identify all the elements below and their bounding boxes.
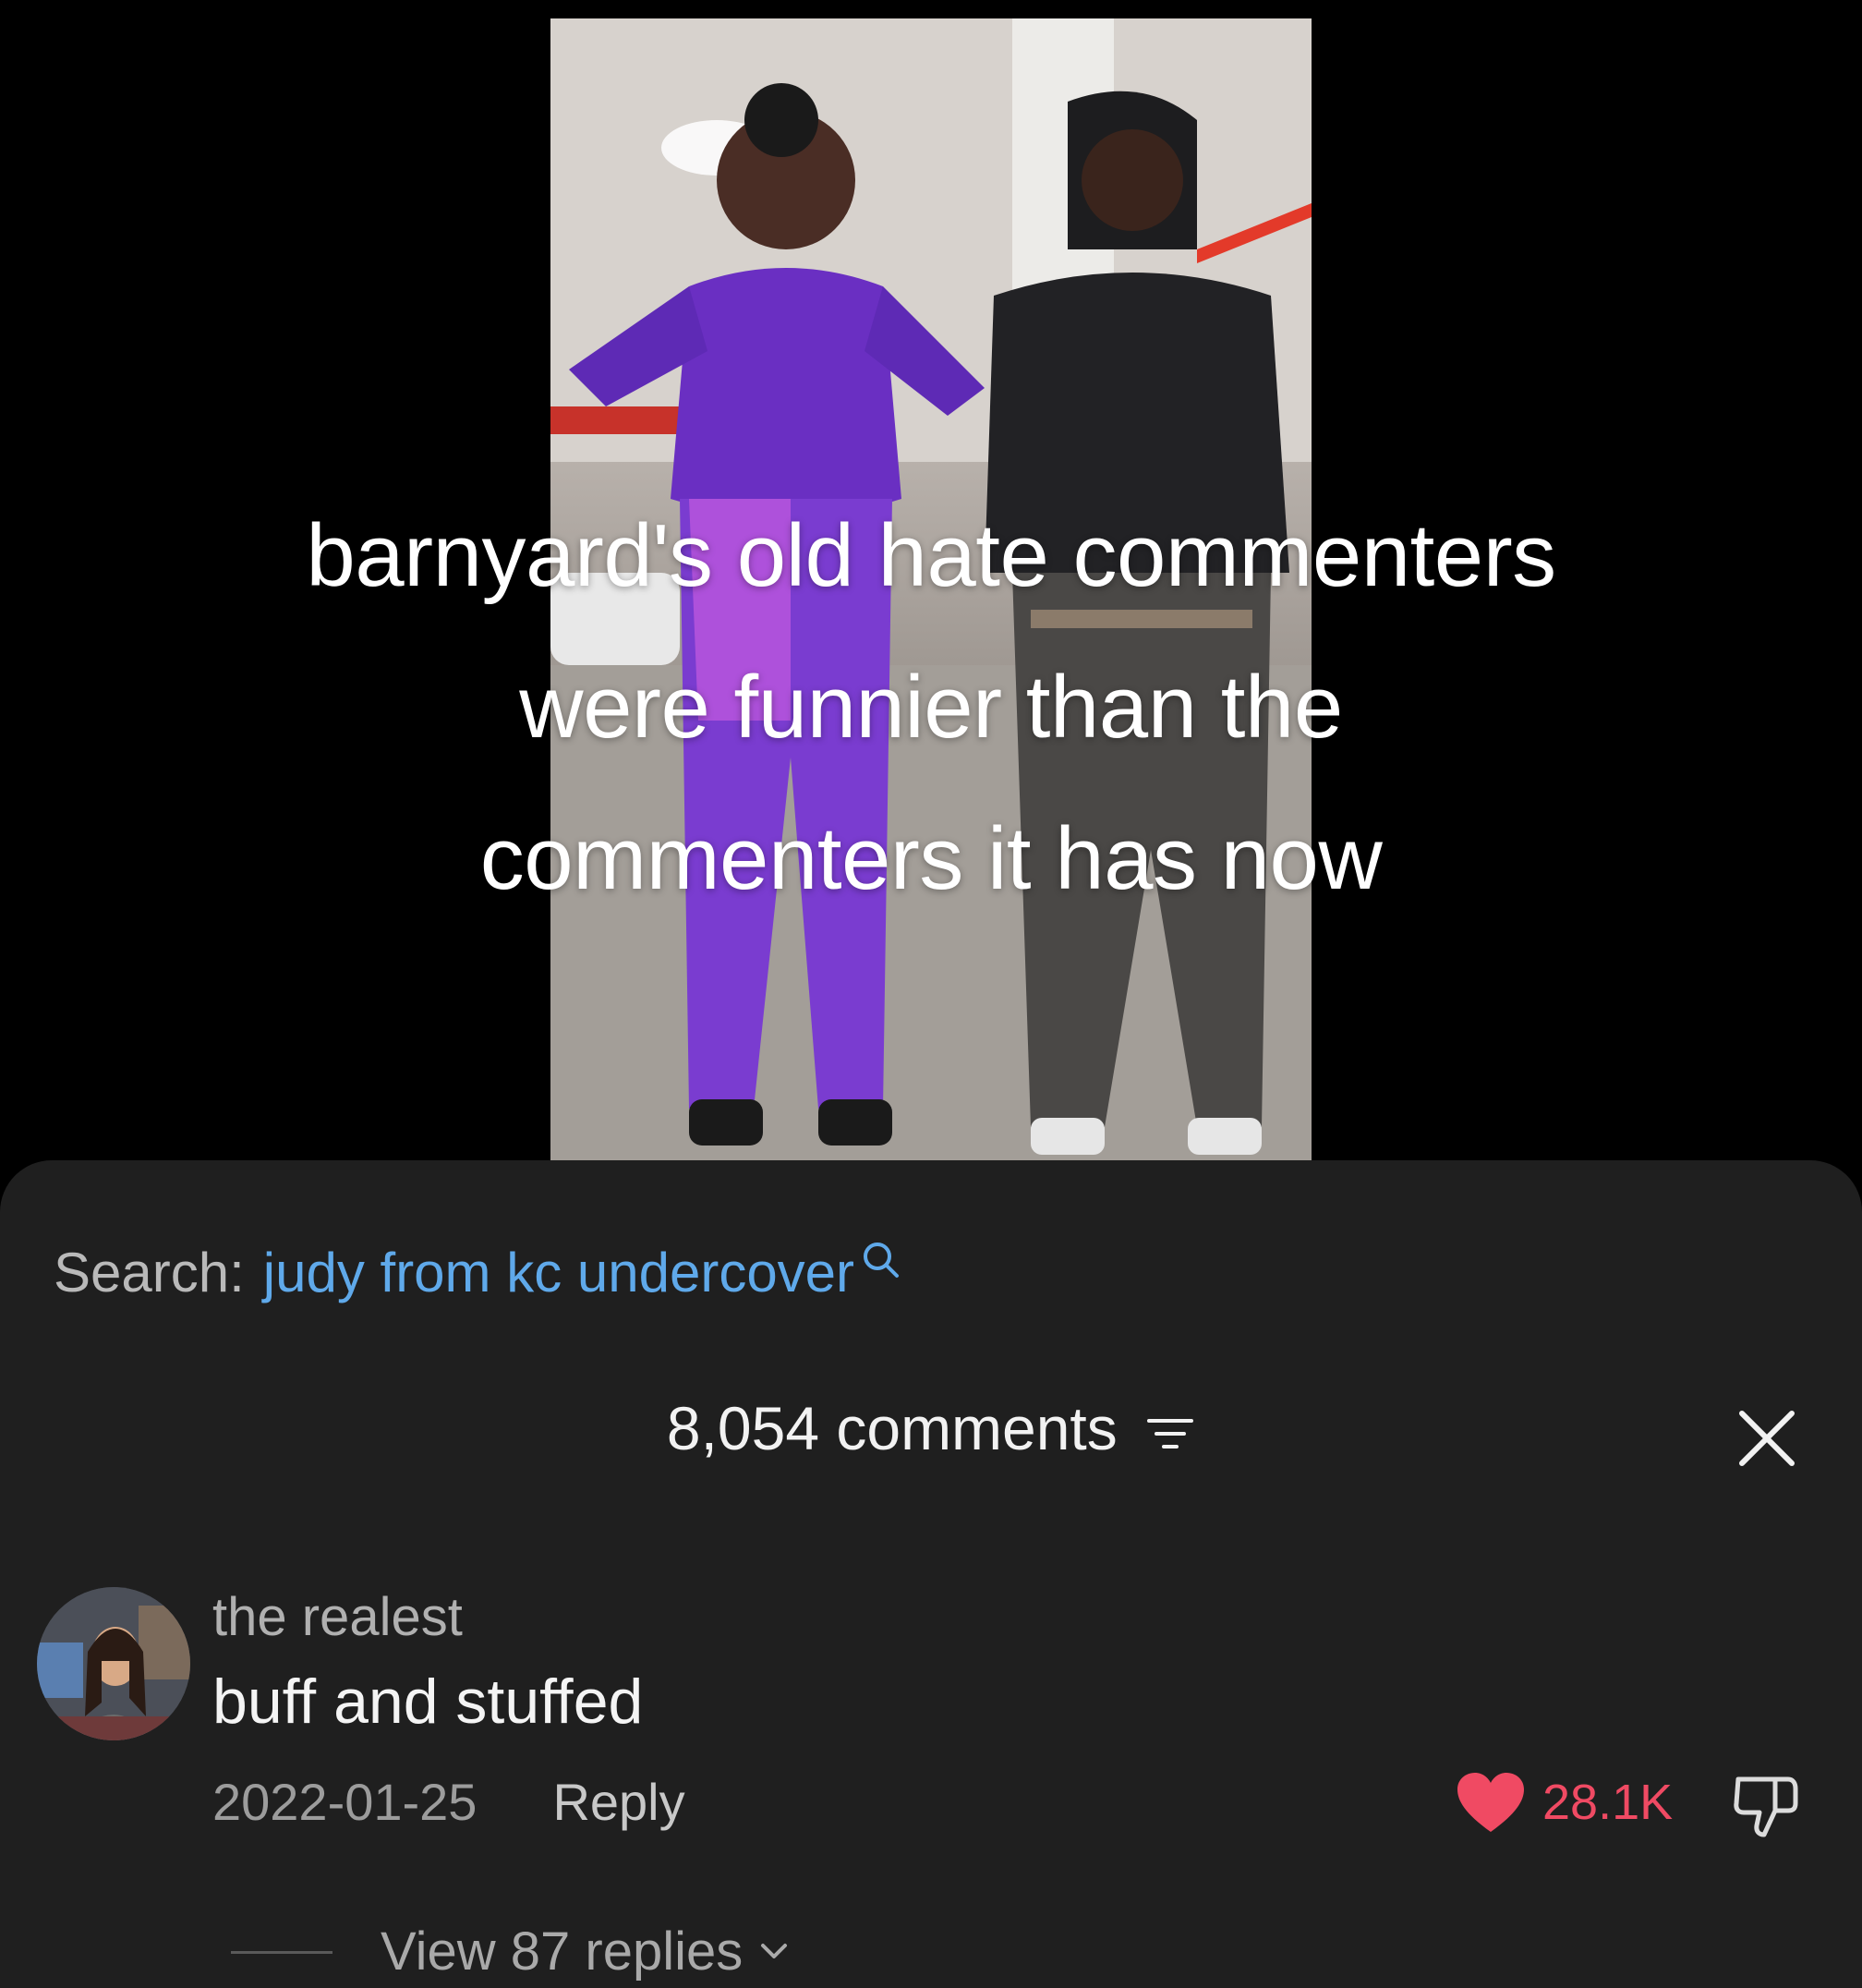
comments-sheet: Search: judy from kc undercover 8,054 co… xyxy=(0,1160,1862,1988)
caption-line: were funnier than the xyxy=(519,658,1343,757)
view-replies-button[interactable]: View 87 replies xyxy=(231,1920,792,1984)
like-count: 28.1K xyxy=(1542,1775,1674,1830)
comment-username[interactable]: the realest xyxy=(212,1585,463,1650)
filter-icon[interactable] xyxy=(1145,1413,1195,1454)
caption-line: barnyard's old hate commenters xyxy=(306,506,1556,605)
search-suggestion[interactable]: Search: judy from kc undercover xyxy=(54,1236,901,1310)
dislike-icon[interactable] xyxy=(1731,1770,1801,1840)
comment-meta: 2022-01-25 Reply xyxy=(212,1770,685,1835)
avatar[interactable] xyxy=(37,1587,190,1740)
chevron-down-icon xyxy=(761,1944,788,1958)
heart-icon[interactable] xyxy=(1456,1771,1526,1834)
search-prefix-label: Search: xyxy=(54,1242,245,1303)
comment-text: buff and stuffed xyxy=(212,1667,644,1737)
search-suggestion-link[interactable]: judy from kc undercover xyxy=(263,1236,854,1310)
avatar-image xyxy=(37,1587,190,1740)
search-icon[interactable] xyxy=(860,1239,901,1279)
caption-line: commenters it has now xyxy=(479,809,1383,908)
comment-date: 2022-01-25 xyxy=(212,1773,478,1831)
reply-button[interactable]: Reply xyxy=(552,1770,684,1835)
close-icon[interactable] xyxy=(1736,1408,1797,1469)
comment-count: 8,054 comments xyxy=(666,1394,1118,1462)
view-replies-label: View 87 replies xyxy=(381,1921,744,1982)
replies-divider xyxy=(231,1950,332,1954)
video-player[interactable]: barnyard's old hate commenters were funn… xyxy=(0,0,1862,1160)
video-caption: barnyard's old hate commenters were funn… xyxy=(0,480,1862,935)
comments-header: 8,054 comments xyxy=(0,1391,1862,1465)
like-button[interactable]: 28.1K xyxy=(1456,1770,1673,1835)
